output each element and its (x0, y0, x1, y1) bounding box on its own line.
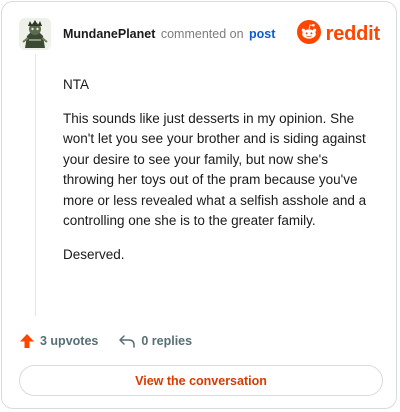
comment-actions: 3 upvotes 0 replies (19, 330, 192, 352)
post-link[interactable]: post (249, 27, 275, 41)
comment-body: NTA This sounds like just desserts in my… (63, 75, 375, 278)
reddit-snoo-icon (296, 19, 321, 49)
comment-paragraph: This sounds like just desserts in my opi… (63, 110, 367, 229)
reply-count: 0 replies (141, 334, 193, 348)
upvote-count: 3 upvotes (40, 334, 99, 348)
upvote-button[interactable]: 3 upvotes (19, 333, 98, 349)
comment-paragraph: Deserved. (63, 246, 125, 262)
comment-meta: MundanePlanet commented on post (63, 27, 275, 41)
thread-line (35, 54, 36, 316)
reddit-logo[interactable]: reddit (296, 19, 381, 49)
replies-button[interactable]: 0 replies (118, 333, 192, 349)
user-avatar-icon[interactable] (19, 18, 51, 50)
reddit-wordmark: reddit (325, 22, 381, 45)
commented-on-text: commented on (160, 27, 244, 41)
upvote-arrow-icon (19, 333, 35, 349)
username-link[interactable]: MundanePlanet (63, 27, 155, 41)
comment-paragraph: NTA (63, 77, 89, 92)
reply-arrow-icon (118, 333, 136, 349)
comment-header: MundanePlanet commented on post reddit (19, 18, 380, 54)
view-conversation-button[interactable]: View the conversation (19, 365, 383, 396)
comment-embed-card: MundanePlanet commented on post reddit N… (1, 1, 397, 409)
